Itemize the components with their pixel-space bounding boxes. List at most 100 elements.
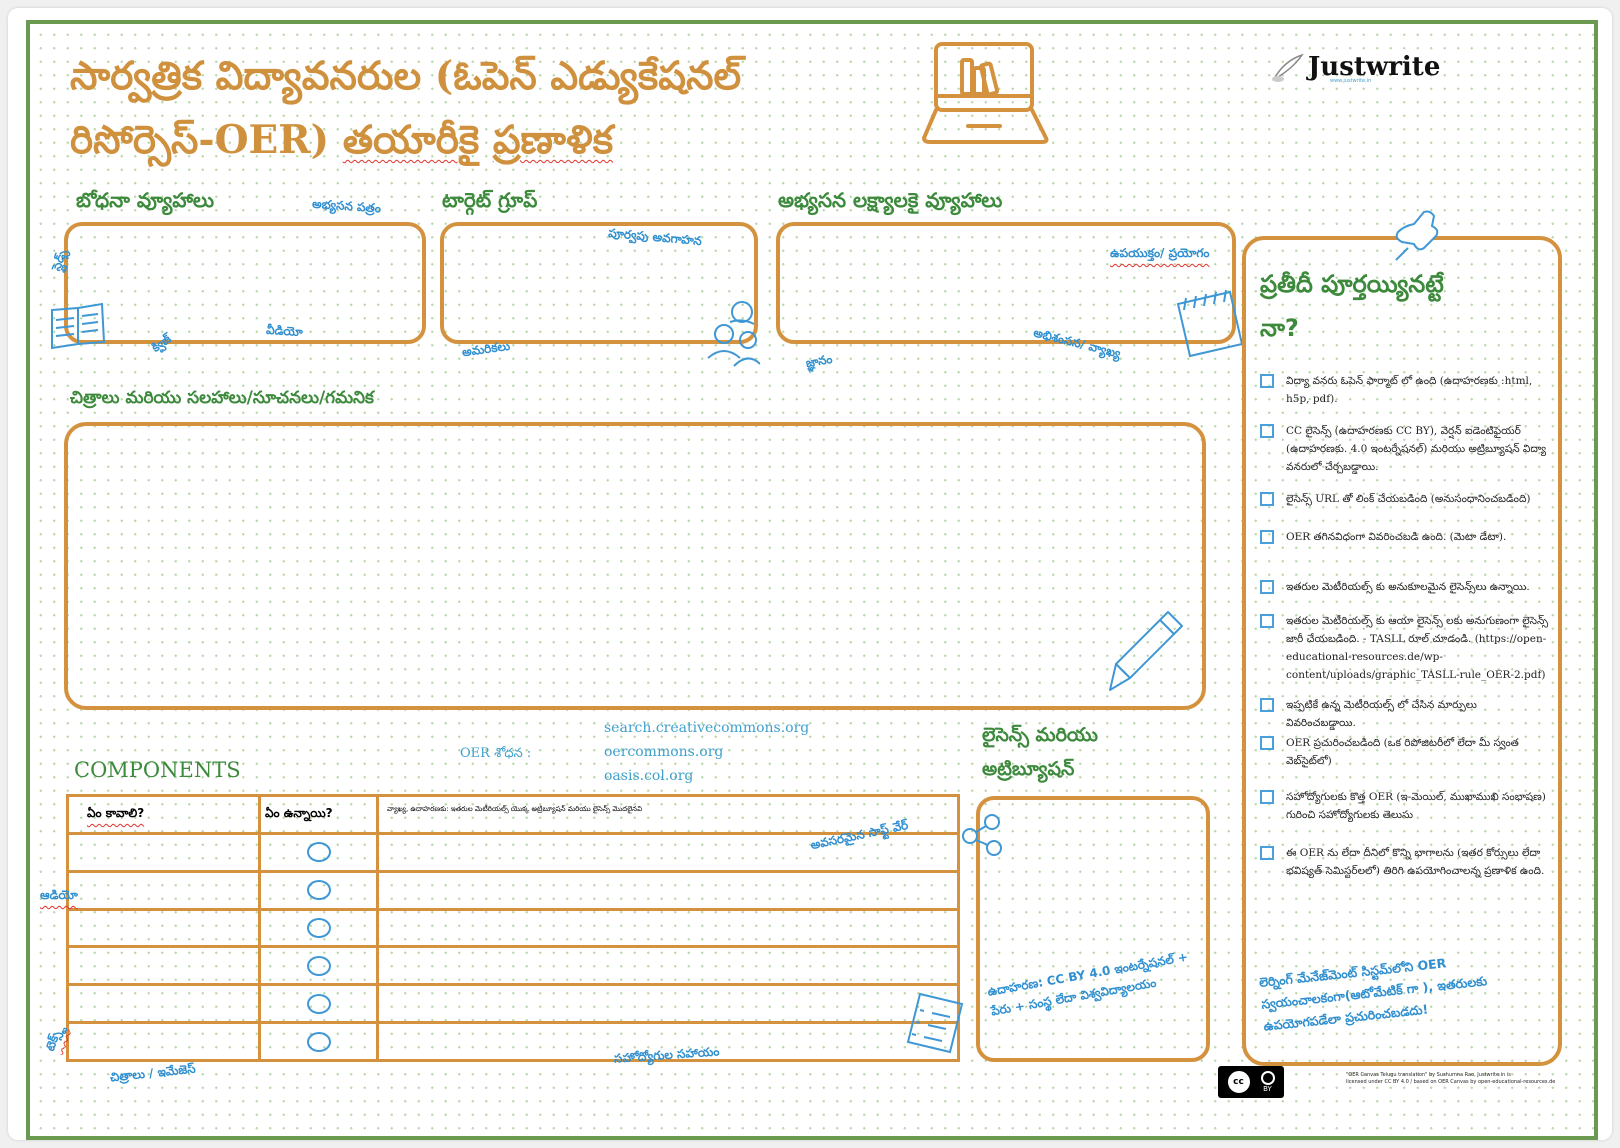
cell-comment[interactable] [376,869,960,911]
logo-text: Justwrite [1308,52,1441,82]
cell-comment[interactable] [376,945,960,987]
components-row [66,983,960,1025]
checklist-item-text: ఈ OER ను లేదా దీనిలో కొన్ని భాగాలను (ఇతర… [1286,847,1545,877]
footer-credit: "OER Canvas Telugu translation" by Sushu… [1346,1072,1555,1086]
images-heading: చిత్రాలు మరియు సలహాలు/సూచనలు/గమనిక [70,388,374,408]
cell-have[interactable] [258,907,379,949]
cc-by-label: BY [1263,1085,1272,1093]
cell-need[interactable] [66,907,261,949]
note-images: చిత్రాలు / ఇమేజెస్ [109,1061,197,1085]
have-circle-icon[interactable] [306,1031,331,1052]
checklist-heading-line2: నా? [1260,314,1299,342]
credit-line1[interactable]: "OER Canvas Telugu translation" by Sushu… [1346,1072,1555,1079]
checklist-item: లైసెన్స్ URL తో లింక్ చేయబడింది (అనుసంధా… [1260,490,1550,508]
checklist-item-text: ఇప్పటికే ఉన్న మెటీరియల్స్ లో చేసిన మార్ప… [1286,699,1477,729]
checklist-item-text: ఇతరుల మెటీరియల్స్ కు అనుకూలమైన లైసెన్స్‌… [1286,581,1530,593]
teaching-heading: బోధనా వ్యూహాలు [76,188,214,212]
checkbox[interactable] [1260,736,1274,750]
license-heading-line1: లైసెన్స్ మరియు [982,724,1098,746]
checklist-item-text: OER తగినవిధంగా వివరించబడి ఉంది. (మెటా డే… [1286,531,1507,543]
cell-have[interactable] [258,832,379,873]
have-circle-icon[interactable] [306,880,331,901]
note-text: టెక్స్ట్ [42,1023,65,1053]
cell-need[interactable] [66,869,261,911]
cell-have[interactable] [258,945,379,987]
checklist-item: సహోద్యోగులకు కొత్త OER (ఇ-మెయిల్, ముఖాము… [1260,788,1550,824]
cell-need[interactable] [66,832,261,873]
notepad-icon [1176,289,1244,358]
license-box[interactable] [976,796,1210,1062]
link-oercommons[interactable]: oercommons.org [604,744,723,760]
checklist-item: విద్యా వనరు ఓపెన్ ఫార్మాట్ లో ఉంది (ఉదాహ… [1260,372,1550,408]
title-part-c: ప్రణాళిక [492,117,614,163]
checklist-item: OER ప్రచురించబడింది (ఒక రిపోజిటరీలో లేదా… [1260,734,1550,770]
link-oasis[interactable]: oasis.col.org [604,768,693,784]
cell-have[interactable] [258,869,379,911]
cc-by-badge[interactable]: cc BY [1218,1066,1284,1098]
lms-warning-note: లెర్నింగ్ మేనేజ్‌మెంట్ సిస్టమ్‌లోని OER … [1258,955,1488,1034]
oer-canvas: సార్వత్రిక విద్యావనరుల (ఓపెన్ ఎడ్యుకేషనల… [26,20,1598,1140]
checklist-item: ఇతరుల మెటీరియల్స్ కు అనుకూలమైన లైసెన్స్‌… [1260,578,1550,596]
checklist-item: CC లైసెన్స్ (ఉదాహరణకు CC BY), వెర్షన్ ఐడ… [1260,422,1550,476]
checkbox[interactable] [1260,424,1274,438]
cell-need[interactable] [66,945,261,987]
checkbox[interactable] [1260,698,1274,712]
note-video: వీడియో [265,322,304,340]
have-circle-icon[interactable] [306,842,331,863]
page-title-line2: రిసోర్సెస్-OER) తయారీకై ప్రణాళిక [70,108,613,172]
justwrite-logo: Justwrite www.justwrite.in [1270,52,1440,84]
cell-comment[interactable] [376,983,960,1025]
pencil-icon [1109,611,1183,691]
have-circle-icon[interactable] [306,918,331,939]
cell-need[interactable] [66,1021,261,1062]
cell-comment[interactable] [376,907,960,949]
note-audio: ఆడియో [40,888,78,902]
share-icon [962,814,1002,856]
checkbox[interactable] [1260,846,1274,860]
checklist-item-text: విద్యా వనరు ఓపెన్ ఫార్మాట్ లో ఉంది (ఉదాహ… [1286,375,1533,405]
page-title-line1: సార్వత్రిక విద్యావనరుల (ఓపెన్ ఎడ్యుకేషనల… [70,53,742,99]
have-circle-icon[interactable] [306,993,331,1014]
checkbox[interactable] [1260,374,1274,388]
checkbox[interactable] [1260,614,1274,628]
cell-have[interactable] [258,1021,379,1062]
checklist-item-text: లైసెన్స్ URL తో లింక్ చేయబడింది (అనుసంధా… [1286,493,1531,505]
components-row [66,907,960,949]
credit-line2[interactable]: licensed under CC BY 4.0 / based on OER … [1346,1079,1555,1086]
cell-need[interactable] [66,983,261,1025]
note-knowledge: జ్ఞానం [804,351,834,371]
checkbox[interactable] [1260,580,1274,594]
attribution-icon [1260,1071,1275,1085]
checklist-clipboard-icon [906,992,964,1054]
checklist-item-text: CC లైసెన్స్ (ఉదాహరణకు CC BY), వెర్షన్ ఐడ… [1286,425,1547,473]
target-heading: టార్గెట్ గ్రూప్ [442,188,538,212]
link-creativecommons[interactable]: search.creativecommons.org [604,720,809,736]
checklist-heading-line1: ప్రతీదీ పూర్తయ్యినట్టే [1260,270,1444,298]
images-box[interactable] [64,422,1206,710]
checklist-panel: ప్రతీదీ పూర్తయ్యినట్టే నా? విద్యా వనరు ఓ… [1242,236,1562,1066]
components-heading: COMPONENTS [74,758,241,782]
checklist-item: ఇతరుల మెటీరియల్స్ కు ఆయా లైసెన్స్ లకు అన… [1260,612,1550,684]
cc-icon: cc [1227,1071,1250,1093]
col-header-need: ఏం కావాలి? [66,794,261,835]
cell-have[interactable] [258,983,379,1025]
laptop-books-icon [922,42,1049,144]
components-row [66,945,960,987]
title-part-a: రిసోర్సెస్-OER) [70,117,330,163]
checklist-heading: ప్రతీదీ పూర్తయ్యినట్టే నా? [1260,262,1444,350]
license-heading: లైసెన్స్ మరియు అట్రిబ్యూషన్ [982,718,1098,786]
checkbox[interactable] [1260,492,1274,506]
checklist-item-text: ఇతరుల మెటీరియల్స్ కు ఆయా లైసెన్స్ లకు అన… [1286,615,1549,681]
checkbox[interactable] [1260,790,1274,804]
quill-icon [1272,53,1304,82]
title-part-b: తయారీకై [342,117,480,163]
checkbox[interactable] [1260,530,1274,544]
checklist-item-text: సహోద్యోగులకు కొత్త OER (ఇ-మెయిల్, ముఖాము… [1286,791,1546,821]
page-sheet: సార్వత్రిక విద్యావనరుల (ఓపెన్ ఎడ్యుకేషనల… [8,8,1612,1140]
goals-box[interactable] [776,222,1236,344]
license-heading-line2: అట్రిబ్యూషన్ [982,758,1075,780]
have-circle-icon[interactable] [306,955,331,976]
teaching-box[interactable] [64,222,426,344]
components-row [66,1021,960,1062]
oer-search-label: OER శోధన : [460,746,532,761]
